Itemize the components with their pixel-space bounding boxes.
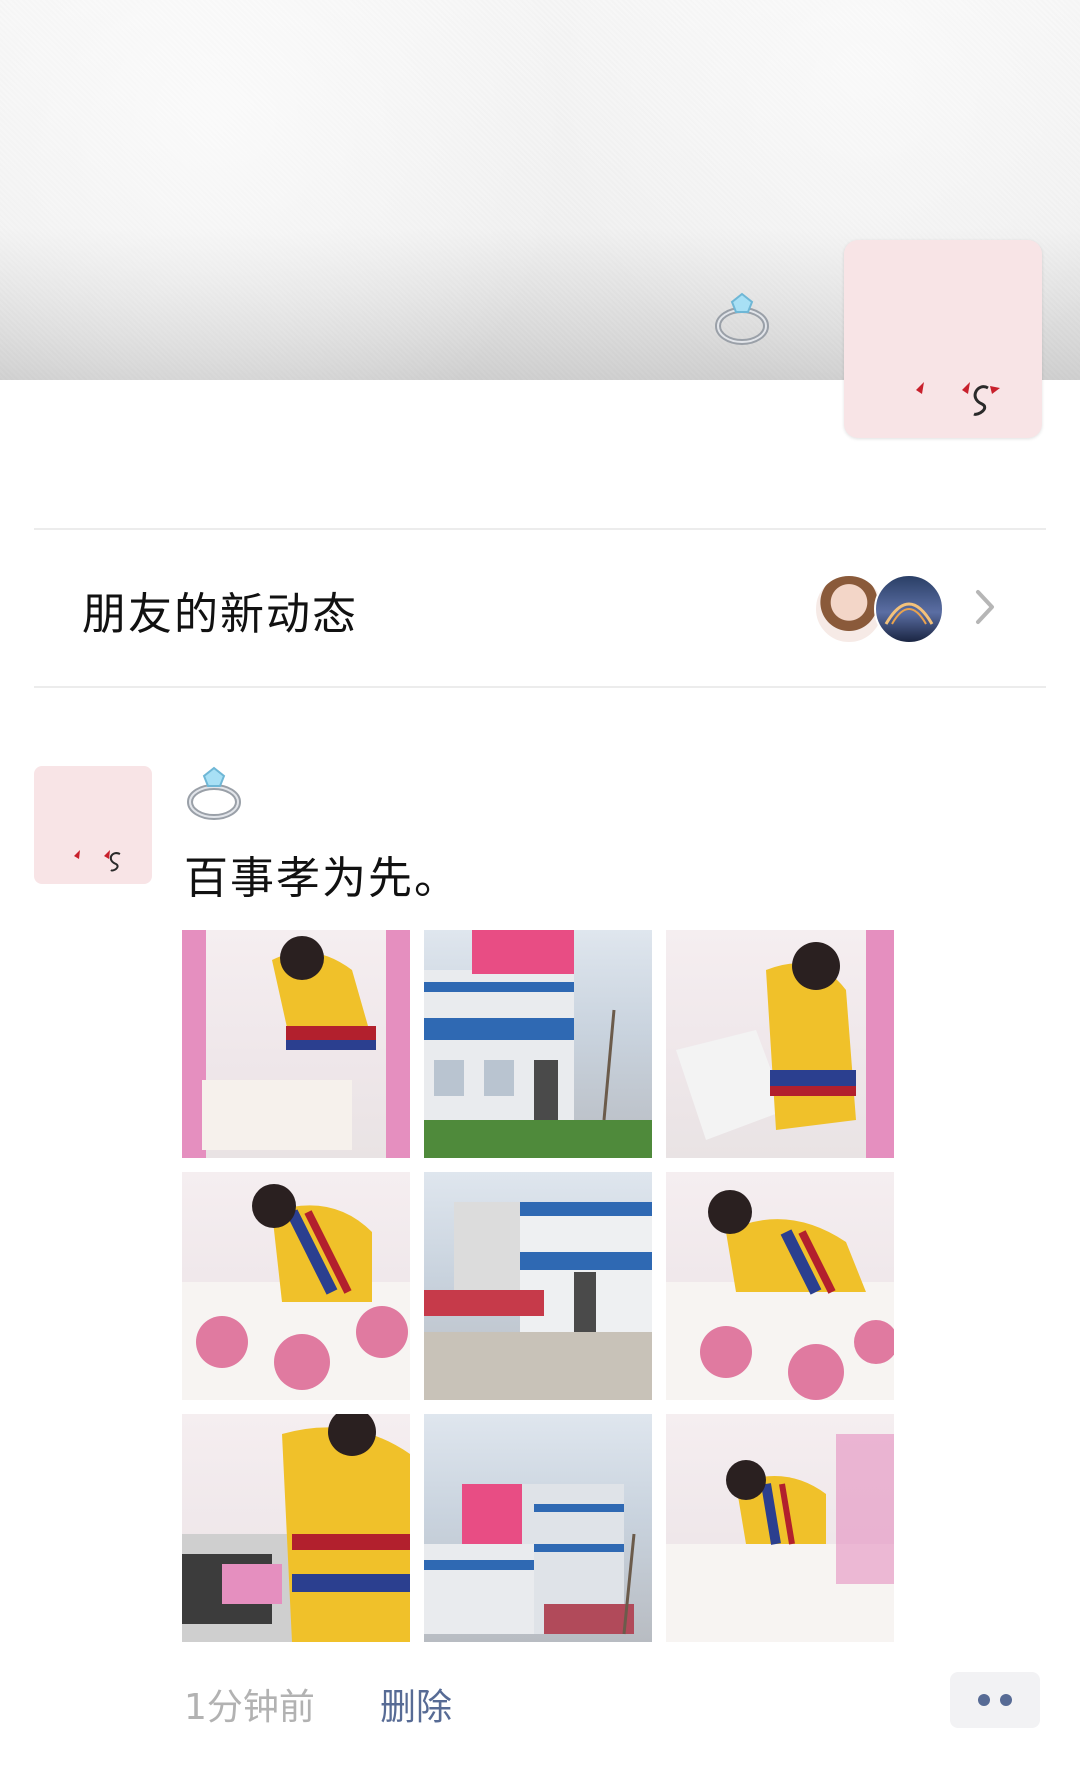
friend-avatar — [874, 574, 944, 644]
post-photo[interactable] — [424, 1172, 652, 1400]
post-photo[interactable] — [666, 1414, 894, 1642]
post-photo[interactable] — [182, 1414, 410, 1642]
photo-grid — [182, 930, 894, 1642]
post-photo[interactable] — [424, 1414, 652, 1642]
chevron-right-icon — [976, 590, 994, 624]
post-text: 百事孝为先。 — [184, 853, 460, 904]
profile-avatar[interactable] — [844, 240, 1042, 438]
friends-updates-row[interactable]: 朋友的新动态 — [34, 530, 1046, 686]
post-photo[interactable] — [182, 930, 410, 1158]
delete-link[interactable]: 删除 — [380, 1678, 452, 1730]
post-photo[interactable] — [666, 1172, 894, 1400]
post-author-avatar[interactable] — [34, 766, 152, 884]
more-dot-icon — [1000, 1694, 1012, 1706]
post-photo[interactable] — [666, 930, 894, 1158]
devil-doodle-icon — [74, 850, 121, 872]
post-author-name-ring-icon[interactable] — [184, 762, 246, 824]
more-actions-button[interactable] — [950, 1672, 1040, 1728]
section-divider — [34, 686, 1046, 688]
ring-icon — [715, 292, 769, 345]
post-timestamp: 1分钟前 — [184, 1687, 315, 1728]
more-dot-icon — [978, 1694, 990, 1706]
post-photo[interactable] — [424, 930, 652, 1158]
post-photo[interactable] — [182, 1172, 410, 1400]
friends-updates-title: 朋友的新动态 — [82, 589, 358, 640]
devil-doodle-icon — [916, 382, 1000, 416]
